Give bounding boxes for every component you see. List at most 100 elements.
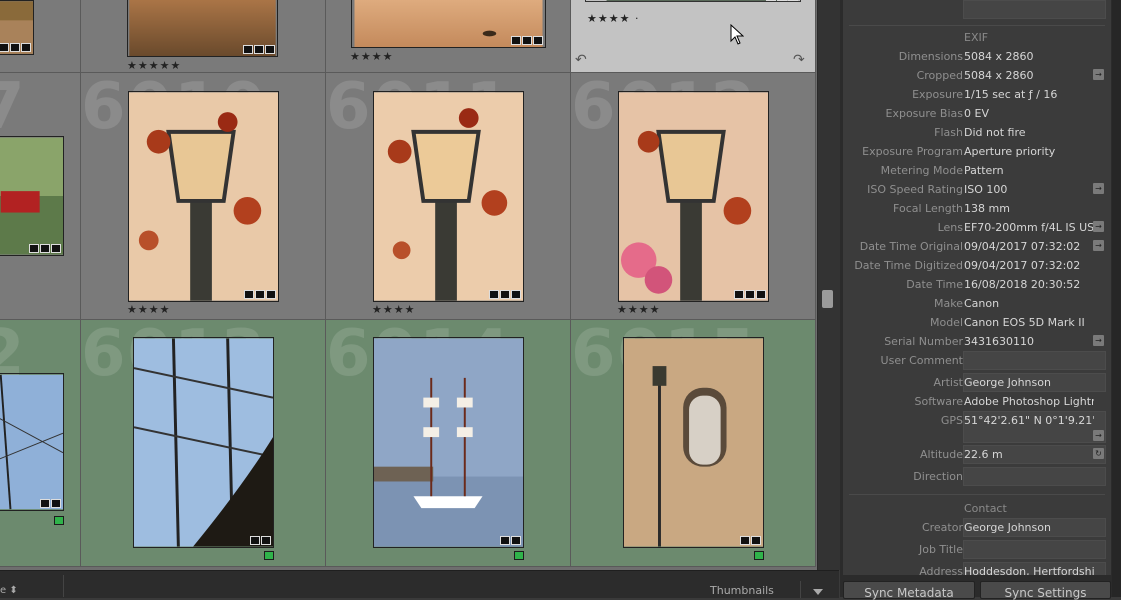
field-value: 138 mm (964, 202, 1010, 215)
thumbnail-image[interactable] (373, 337, 524, 548)
sync-metadata-button[interactable]: Sync Metadata (843, 581, 975, 600)
metadata-panel-inner: EXIF Dimensions 5084 x 2860 Cropped 5084 x … (843, 0, 1111, 575)
grid-cell[interactable]: 6012 ★★★★ (571, 73, 816, 320)
sync-settings-button[interactable]: Sync Settings (980, 581, 1111, 600)
field-key: Exposure Program (862, 145, 963, 158)
field-key: Flash (934, 126, 963, 139)
rotate-left-icon[interactable]: ↶ (575, 52, 587, 68)
thumbnail-image[interactable] (0, 136, 64, 256)
field-key: Exposure (912, 88, 963, 101)
exif-section-title: EXIF (964, 31, 989, 44)
thumbnail-image[interactable] (373, 91, 524, 302)
go-to-arrow-icon[interactable]: → (1093, 221, 1104, 232)
toolbar-menu-chevron-down-icon[interactable] (800, 581, 831, 598)
field-key: User Comment (880, 354, 963, 367)
field-key: Artist (933, 376, 963, 389)
metadata-row-gps: GPS 51°42'2.61" N 0°1'9.21" W → (843, 411, 1111, 443)
field-key: Cropped (916, 69, 963, 82)
sort-selector[interactable]: e ⬍ (0, 585, 18, 596)
thumbnail-image[interactable] (351, 0, 546, 48)
thumbnail-image[interactable] (623, 337, 764, 548)
field-value: 51°42'2.61" N 0°1'9.21" W (964, 414, 1094, 427)
grid-cell[interactable]: 6014 (326, 320, 571, 567)
thumbnail-image[interactable] (618, 91, 769, 302)
thumbnail-image[interactable] (0, 373, 64, 511)
metadata-row: Serial Number 3431630110 → (843, 332, 1111, 351)
thumbnail-image[interactable] (0, 0, 34, 55)
grid-cell[interactable] (0, 0, 81, 73)
grid-cell[interactable]: 6013 (81, 320, 326, 567)
metadata-row: Focal Length 138 mm (843, 199, 1111, 218)
grid-cell[interactable]: 6010 ★★★★ (81, 73, 326, 320)
thumbnail-image[interactable] (585, 0, 801, 2)
field-value: Canon EOS 5D Mark II (964, 316, 1085, 329)
field-key: Job Title (918, 543, 963, 556)
metadata-row-job-title: Job Title (843, 540, 1111, 559)
go-to-arrow-icon[interactable]: → (1093, 69, 1104, 80)
field-value: 16/08/2018 20:30:52 (964, 278, 1081, 291)
thumbnail-grid[interactable]: ★★★★★ ★★★★ ★★★★ · ↶ ↷ 7 6010 ★★★★ 6011 (0, 0, 817, 570)
field-value: George Johnson (964, 376, 1051, 389)
metadata-row-artist: Artist George Johnson (843, 373, 1111, 392)
metadata-row: Date Time 16/08/2018 20:30:52 (843, 275, 1111, 294)
star-rating[interactable]: ★★★★ (127, 303, 170, 316)
field-value: 22.6 m (964, 448, 1003, 461)
metadata-row: Metering Mode Pattern (843, 161, 1111, 180)
user-comment-field[interactable] (963, 351, 1106, 370)
go-to-map-arrow-icon[interactable]: → (1093, 430, 1104, 441)
thumbnail-image[interactable] (133, 337, 274, 548)
grid-scrollbar-thumb[interactable] (822, 290, 833, 308)
field-key: Software (914, 395, 964, 408)
metadata-row-software: Software Adobe Photoshop Lightroo... (843, 392, 1111, 411)
field-value: EF70-200mm f/4L IS US (964, 221, 1094, 234)
cell-index: 7 (0, 75, 27, 139)
grid-cell[interactable]: 6015 (571, 320, 816, 567)
grid-cell[interactable]: 2 (0, 320, 81, 567)
refresh-icon[interactable]: ↻ (1093, 448, 1104, 459)
field-key: Exposure Bias (885, 107, 964, 120)
field-value: Did not fire (964, 126, 1026, 139)
star-rating[interactable]: ★★★★ (350, 50, 393, 63)
star-rating[interactable]: ★★★★ (372, 303, 415, 316)
metadata-row: Model Canon EOS 5D Mark II (843, 313, 1111, 332)
go-to-arrow-icon[interactable]: → (1093, 240, 1104, 251)
metadata-row: User Comment (843, 351, 1111, 370)
grid-scrollbar[interactable] (817, 0, 840, 570)
direction-field[interactable] (963, 467, 1106, 486)
metadata-row: Exposure 1/15 sec at ƒ / 16 (843, 85, 1111, 104)
field-value: Aperture priority (964, 145, 1056, 158)
contact-section-title: Contact (964, 502, 1007, 515)
field-key: Altitude (920, 448, 963, 461)
field-value: 09/04/2017 07:32:02 (964, 240, 1081, 253)
top-empty-field[interactable] (963, 0, 1106, 19)
grid-cell[interactable]: ★★★★★ (81, 0, 326, 73)
metadata-row: Dimensions 5084 x 2860 (843, 47, 1111, 66)
thumbnail-image[interactable] (128, 91, 279, 302)
field-key: Direction (913, 470, 963, 483)
go-to-arrow-icon[interactable]: → (1093, 335, 1104, 346)
grid-cell[interactable]: 7 (0, 73, 81, 320)
metadata-row: Date Time Original 09/04/2017 07:32:02 → (843, 237, 1111, 256)
grid-cell-selected[interactable]: ★★★★ · ↶ ↷ (571, 0, 816, 73)
star-rating[interactable]: ★★★★ (617, 303, 660, 316)
star-rating[interactable]: ★★★★ · (587, 12, 639, 25)
rotate-right-icon[interactable]: ↷ (793, 52, 805, 68)
mouse-cursor-icon (730, 24, 744, 45)
star-rating[interactable]: ★★★★★ (127, 59, 181, 72)
grid-cell[interactable]: ★★★★ (326, 0, 571, 73)
field-key: Date Time Digitized (854, 259, 963, 272)
field-value: Adobe Photoshop Lightroo... (964, 395, 1094, 408)
green-label-flag (54, 516, 64, 525)
go-to-arrow-icon[interactable]: → (1093, 183, 1104, 194)
metadata-row: Date Time Digitized 09/04/2017 07:32:02 (843, 256, 1111, 275)
job-title-field[interactable] (963, 540, 1106, 559)
grid-cell[interactable]: 6011 ★★★★ (326, 73, 571, 320)
field-key: GPS (940, 414, 963, 427)
field-key: Creator (921, 521, 963, 534)
metadata-row: ISO Speed Rating ISO 100 → (843, 180, 1111, 199)
panel-scrollbar[interactable] (1112, 0, 1121, 597)
thumbnail-image[interactable] (127, 0, 278, 57)
metadata-row-creator: Creator George Johnson (843, 518, 1111, 537)
metadata-row: Flash Did not fire (843, 123, 1111, 142)
metadata-row: Exposure Bias 0 EV (843, 104, 1111, 123)
